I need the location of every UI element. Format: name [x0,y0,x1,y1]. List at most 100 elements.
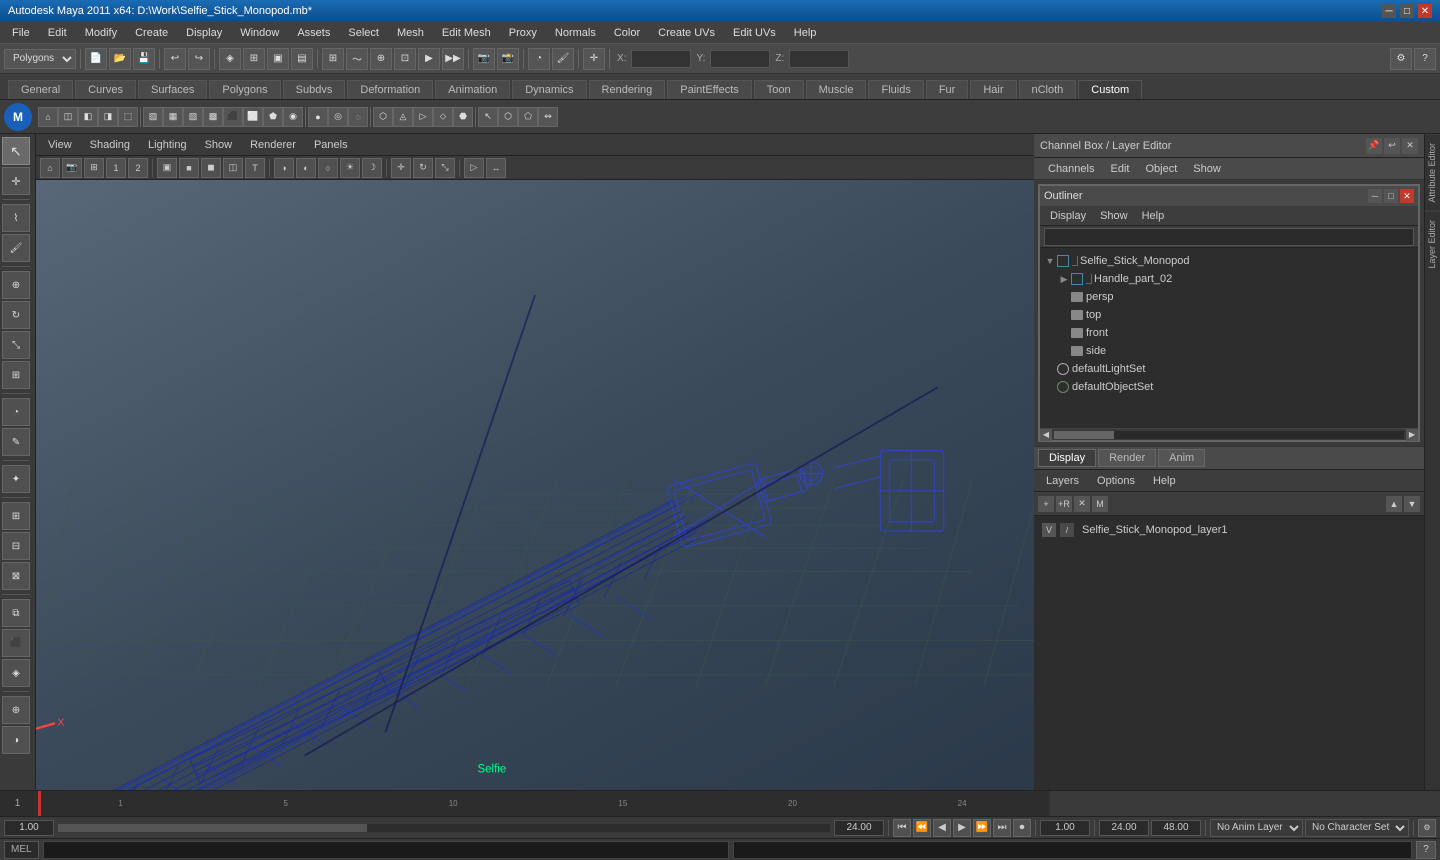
cb-options-menu[interactable]: Options [1089,474,1143,488]
menu-create[interactable]: Create [127,25,176,41]
tab-surfaces[interactable]: Surfaces [138,80,207,99]
tool-show-manip[interactable]: ✦ [2,465,30,493]
tb-new[interactable]: 📄 [85,48,107,70]
anim-layer-select[interactable]: No Anim Layer [1210,819,1303,837]
vp-tb-light2[interactable]: ☽ [362,158,382,178]
hscroll-thumb[interactable] [1054,431,1114,439]
tb2-f2[interactable]: ⬠ [518,107,538,127]
mode-select[interactable]: Polygons [4,49,76,69]
vp-menu-panels[interactable]: Panels [306,137,356,153]
cb-tab-render[interactable]: Render [1098,449,1156,467]
tree-item-handle[interactable]: ▶ Handle_part_02 [1040,270,1418,288]
tb2-f3[interactable]: ↭ [538,107,558,127]
playback-end-field[interactable]: 24.00 [1099,820,1149,836]
maximize-button[interactable]: □ [1400,4,1414,18]
tool-select[interactable]: ↖ [2,137,30,165]
vp-menu-show[interactable]: Show [197,137,241,153]
tb-sel-hierarchy[interactable]: ⊞ [243,48,265,70]
menu-normals[interactable]: Normals [547,25,604,41]
tb-settings[interactable]: ⚙ [1390,48,1412,70]
tab-curves[interactable]: Curves [75,80,136,99]
expand-handle[interactable]: ▶ [1058,273,1070,285]
expand-objset[interactable]: ▶ [1044,381,1056,393]
vp-tb-wire[interactable]: ▣ [157,158,177,178]
tb2-e4[interactable]: ⬦ [433,107,453,127]
y-coord[interactable] [710,50,770,68]
tb-sel-by-name[interactable]: ◈ [219,48,241,70]
pb-play-fwd[interactable]: ▶ [953,819,971,837]
vp-tb-shade-sel[interactable]: ◐ [296,158,316,178]
menu-proxy[interactable]: Proxy [501,25,545,41]
tb2-e2[interactable]: ◬ [393,107,413,127]
vp-tb-shade-all[interactable]: ◑ [274,158,294,178]
tb-sel-object[interactable]: ▣ [267,48,289,70]
tb-snap-curve[interactable]: 〜 [346,48,368,70]
tb2-c4[interactable]: ▩ [203,107,223,127]
timeline-ruler[interactable]: 1 5 10 15 20 24 [36,791,1050,816]
new-layer-icon[interactable]: + [1038,496,1054,512]
tb2-d3[interactable]: ◌ [348,107,368,127]
tab-animation[interactable]: Animation [435,80,510,99]
tab-fur[interactable]: Fur [926,80,969,99]
pb-step-back[interactable]: ⏪ [913,819,931,837]
vp-menu-lighting[interactable]: Lighting [140,137,195,153]
tab-polygons[interactable]: Polygons [209,80,280,99]
tab-dynamics[interactable]: Dynamics [512,80,586,99]
x-coord[interactable] [631,50,691,68]
tab-general[interactable]: General [8,80,73,99]
tab-hair[interactable]: Hair [970,80,1016,99]
cb-help-menu[interactable]: Help [1145,474,1184,488]
expand-side[interactable]: ▶ [1058,345,1070,357]
help-button[interactable]: ? [1416,841,1436,859]
tool-soft-mod[interactable]: ◔ [2,398,30,426]
vp-tb-bm[interactable]: T [245,158,265,178]
menu-help[interactable]: Help [786,25,825,41]
tool-sculpt[interactable]: ✎ [2,428,30,456]
membership-icon[interactable]: M [1092,496,1108,512]
vp-tb-scale2[interactable]: ⤡ [435,158,455,178]
tb2-b2[interactable]: ◧ [78,107,98,127]
cb-tab-anim[interactable]: Anim [1158,449,1205,467]
expand-persp[interactable]: ▶ [1058,291,1070,303]
tool-layer2[interactable]: ⬛ [2,629,30,657]
tb-snap-point[interactable]: ⊕ [370,48,392,70]
tb-render-seq[interactable]: ▶▶ [442,48,464,70]
vp-tb-rot[interactable]: ↻ [413,158,433,178]
tool-layer1[interactable]: ⧉ [2,599,30,627]
menu-window[interactable]: Window [232,25,287,41]
new-render-layer-icon[interactable]: +R [1056,496,1072,512]
tool-move[interactable]: ✛ [2,167,30,195]
attr-editor-tab[interactable]: Attribute Editor [1425,134,1440,211]
tab-ncloth[interactable]: nCloth [1019,80,1077,99]
ol-show-menu[interactable]: Show [1094,209,1134,223]
cb-channels-menu[interactable]: Channels [1040,162,1102,176]
menu-mesh[interactable]: Mesh [389,25,432,41]
tb-sel-component[interactable]: ▤ [291,48,313,70]
tb2-b1[interactable]: ◫ [58,107,78,127]
vp-tb-flat[interactable]: ■ [179,158,199,178]
outliner-close[interactable]: ✕ [1400,189,1414,203]
tool-translate[interactable]: ⊕ [2,271,30,299]
pb-play-back[interactable]: ◀ [933,819,951,837]
layer-visibility[interactable]: V [1042,523,1056,537]
layer-up-icon[interactable]: ▲ [1386,496,1402,512]
tb2-b4[interactable]: ⬚ [118,107,138,127]
vp-tb-xray[interactable]: ◫ [223,158,243,178]
menu-color[interactable]: Color [606,25,648,41]
tb-open[interactable]: 📂 [109,48,131,70]
expand-lightset[interactable]: ▶ [1044,363,1056,375]
menu-assets[interactable]: Assets [289,25,338,41]
mel-input[interactable] [48,844,725,855]
pb-go-end[interactable]: ⏭ [993,819,1011,837]
cb-edit-menu[interactable]: Edit [1102,162,1137,176]
tb-cam-bookmark[interactable]: 📷 [473,48,495,70]
3d-viewport[interactable]: X Y Z Selfie [36,180,1034,790]
tb2-c1[interactable]: ▨ [143,107,163,127]
cb-object-menu[interactable]: Object [1137,162,1185,176]
current-frame-field[interactable]: 1.00 [1040,820,1090,836]
tb2-home[interactable]: ⌂ [38,107,58,127]
expand-top[interactable]: ▶ [1058,309,1070,321]
tb2-c5[interactable]: ⬛ [223,107,243,127]
cb-undo-icon[interactable]: ↩ [1384,138,1400,154]
range-track[interactable] [58,824,830,832]
